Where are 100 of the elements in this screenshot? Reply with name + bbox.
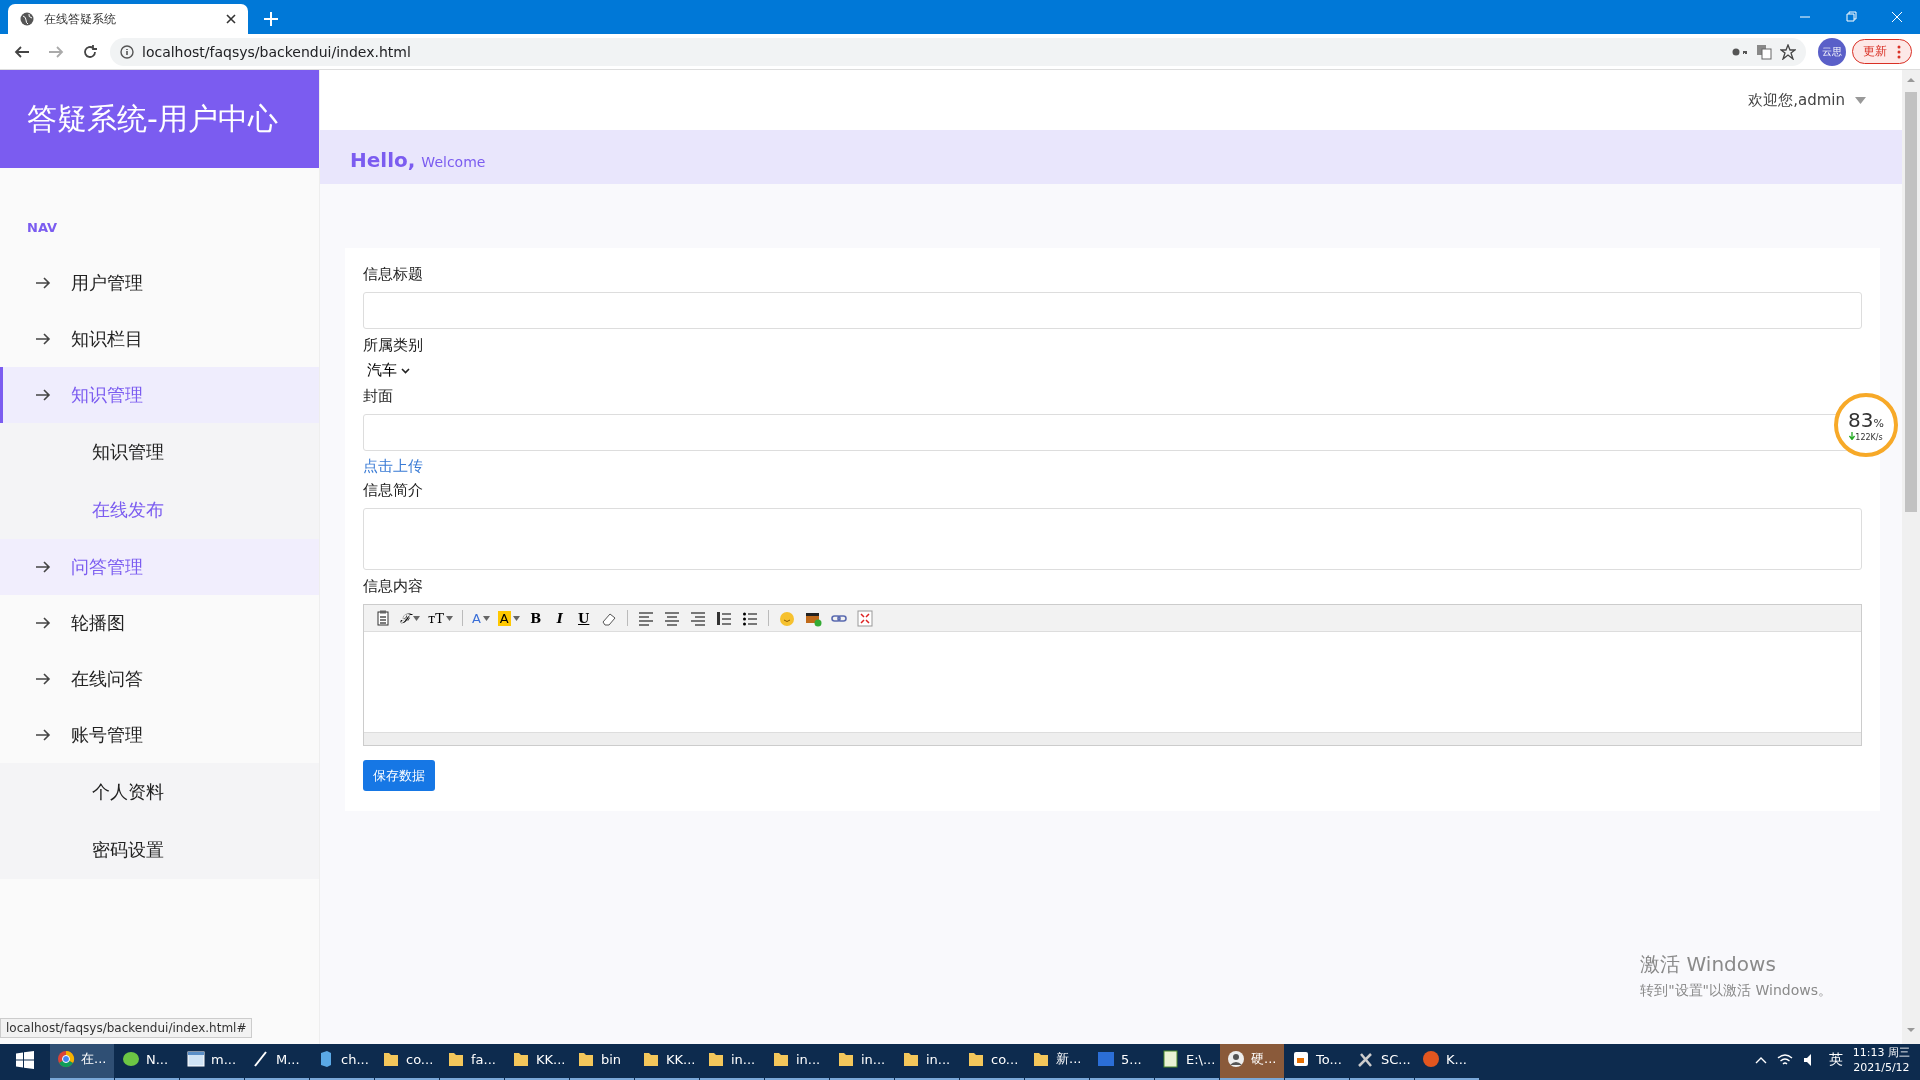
clock[interactable]: 11:13 周三 2021/5/12: [1852, 1045, 1910, 1075]
taskbar-item[interactable]: in...: [895, 1040, 959, 1080]
caret-icon: [401, 367, 410, 374]
caret-icon: [512, 615, 520, 621]
field-label: 封面: [363, 385, 394, 407]
address-bar[interactable]: localhost/faqsys/backendui/index.html: [110, 37, 1806, 66]
taskbar-item[interactable]: SC...: [1350, 1040, 1414, 1080]
sidebar-item[interactable]: 在线问答: [0, 651, 319, 707]
translate-icon[interactable]: [1756, 43, 1772, 60]
highlight-color-button[interactable]: A: [495, 608, 522, 628]
hello-text: Hello,: [350, 148, 416, 172]
star-icon[interactable]: [1780, 43, 1796, 60]
close-icon[interactable]: [226, 14, 236, 24]
font-family-button[interactable]: ℱ: [398, 608, 422, 628]
taskbar-item[interactable]: 5...: [1090, 1040, 1154, 1080]
sidebar-item[interactable]: 问答管理: [0, 539, 319, 595]
clipboard-icon: [374, 609, 392, 627]
rich-text-editor[interactable]: ℱ ᴛT A A B I U: [363, 604, 1862, 746]
numbered-list-icon: [714, 609, 733, 627]
taskbar-item[interactable]: M...: [245, 1040, 309, 1080]
arrow-right-icon: [35, 616, 51, 630]
save-button[interactable]: 保存数据: [363, 760, 435, 791]
caret-icon: [482, 615, 490, 621]
update-button[interactable]: 更新: [1852, 39, 1912, 64]
input-method[interactable]: 英: [1828, 1051, 1843, 1069]
taskbar-item[interactable]: To...: [1285, 1040, 1349, 1080]
field-label: 信息标题: [363, 263, 424, 285]
browser-tab[interactable]: 在线答疑系统: [8, 4, 248, 34]
sidebar-subitem[interactable]: 密码设置: [0, 821, 319, 879]
taskbar-item[interactable]: m...: [180, 1040, 244, 1080]
taskbar-item[interactable]: N...: [115, 1040, 179, 1080]
taskbar-item[interactable]: in...: [765, 1040, 829, 1080]
info-icon: [120, 44, 134, 59]
input-field[interactable]: [363, 292, 1862, 329]
align-center-icon: [662, 609, 681, 627]
arrow-right-icon: [35, 560, 51, 574]
caret-icon: [413, 615, 420, 621]
sidebar-subitem[interactable]: 个人资料: [0, 763, 319, 821]
status-url: localhost/faqsys/backendui/index.html#: [0, 1018, 253, 1038]
arrow-right-icon: [35, 276, 51, 290]
app-icon: [1421, 1049, 1441, 1069]
forward-icon[interactable]: [48, 43, 64, 60]
sidebar-item[interactable]: 轮播图: [0, 595, 319, 651]
chevron-up-icon[interactable]: [1754, 1056, 1767, 1064]
key-icon[interactable]: [1732, 46, 1748, 57]
sidebar-subitem[interactable]: 知识管理: [0, 423, 319, 481]
taskbar-item[interactable]: E:\...: [1155, 1040, 1219, 1080]
taskbar-item[interactable]: co...: [375, 1040, 439, 1080]
italic-button[interactable]: I: [549, 608, 570, 628]
underline-button[interactable]: U: [573, 608, 594, 628]
back-icon[interactable]: [14, 43, 30, 60]
field-label: 信息内容: [363, 575, 424, 597]
sidebar-item[interactable]: 知识栏目: [0, 311, 319, 367]
sidebar-item[interactable]: 用户管理: [0, 255, 319, 311]
taskbar-item[interactable]: KK...: [635, 1040, 699, 1080]
field-label: 所属类别: [363, 334, 424, 356]
app-icon: [1226, 1049, 1246, 1069]
caret-icon: [445, 615, 453, 621]
field-label: 信息简介: [363, 479, 424, 501]
upload-link[interactable]: 点击上传: [363, 457, 423, 476]
category-dropdown[interactable]: 汽车: [363, 357, 414, 382]
textarea-field[interactable]: [363, 508, 1862, 570]
taskbar-item[interactable]: K...: [1415, 1040, 1479, 1080]
taskbar-item[interactable]: in...: [700, 1040, 764, 1080]
nav-label: NAV: [26, 219, 59, 237]
windows-logo-icon[interactable]: [16, 1051, 34, 1069]
arrow-right-icon: [35, 332, 51, 346]
app-icon: [121, 1049, 141, 1069]
bold-button[interactable]: B: [525, 608, 546, 628]
taskbar-item[interactable]: ch...: [310, 1040, 374, 1080]
app-title: 答疑系统-用户中心: [0, 70, 319, 168]
app-icon: [1161, 1049, 1181, 1069]
welcome-text: Welcome: [421, 154, 486, 170]
taskbar-item[interactable]: co...: [960, 1040, 1024, 1080]
font-size-button[interactable]: ᴛT: [426, 608, 455, 628]
taskbar-item[interactable]: in...: [830, 1040, 894, 1080]
fullscreen-icon: [855, 609, 874, 627]
activation-title: 激活 Windows: [1640, 951, 1777, 978]
download-arrow-icon: [1849, 432, 1856, 440]
sidebar-item[interactable]: 账号管理: [0, 707, 319, 763]
taskbar-item[interactable]: 新...: [1025, 1040, 1089, 1080]
taskbar-item[interactable]: bin: [570, 1040, 634, 1080]
align-left-icon: [636, 609, 655, 627]
app-icon: [1096, 1049, 1116, 1069]
scrollbar[interactable]: [1902, 70, 1920, 1044]
app-icon: [186, 1049, 206, 1069]
sidebar-item[interactable]: 知识管理: [0, 367, 319, 423]
app-icon: [1291, 1049, 1311, 1069]
sidebar-subitem[interactable]: 在线发布: [0, 481, 319, 539]
taskbar-item[interactable]: KK...: [505, 1040, 569, 1080]
text-color-button[interactable]: A: [469, 608, 492, 628]
network-icon[interactable]: [1776, 1053, 1793, 1067]
profile-avatar[interactable]: 云思: [1818, 37, 1846, 66]
arrow-right-icon: [35, 672, 51, 686]
user-menu[interactable]: 欢迎您,admin: [1742, 89, 1872, 111]
reload-icon[interactable]: [82, 43, 98, 60]
smiley-icon: [777, 609, 796, 627]
arrow-right-icon: [35, 728, 51, 742]
taskbar-item[interactable]: fa...: [440, 1040, 504, 1080]
caret-icon: [1855, 96, 1866, 104]
